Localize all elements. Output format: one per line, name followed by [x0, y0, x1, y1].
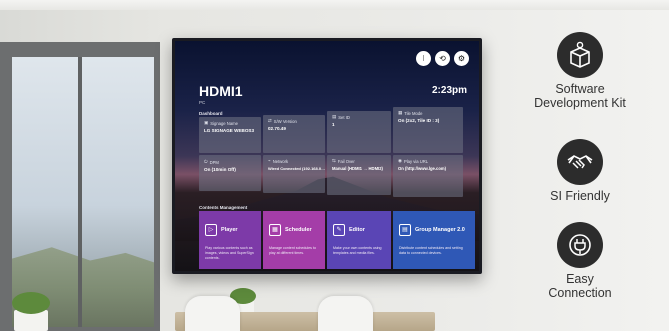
plant-leaves-left [12, 292, 50, 314]
room-scene: ⁝ ⟲ ⚙ HDMI1 PC 2:23pm Dashboard ▣ Signage… [0, 0, 669, 331]
chair-left [185, 296, 240, 331]
signage-display: ⁝ ⟲ ⚙ HDMI1 PC 2:23pm Dashboard ▣ Signage… [172, 38, 482, 274]
grid-icon[interactable]: ⁝ [416, 51, 431, 66]
url-icon: ◉ [398, 159, 402, 164]
top-icon-bar: ⁝ ⟲ ⚙ [416, 51, 469, 66]
dpm-icon: ⏻ [204, 160, 208, 165]
tile-network[interactable]: ⌁ Network Wired Connected (192.168.0… [263, 155, 325, 193]
tile-tile-mode[interactable]: ▦ Tile Mode On (2x2, Tile ID : 3) [393, 107, 463, 153]
tile-play-via-url[interactable]: ◉ Play via URL On (http://www.lge.com) [393, 155, 463, 197]
ceiling [0, 0, 669, 10]
setid-icon: ▤ [332, 115, 337, 120]
tile-fail-over[interactable]: ⇆ Fail Over Manual (HDMI1 → HDMI2) [327, 155, 391, 195]
editor-icon: ✎ [333, 224, 345, 236]
input-source-name: HDMI1 [199, 83, 243, 99]
chair-right [318, 296, 373, 331]
tile-signage-name[interactable]: ▣ Signage Name LG SIGNAGE WEBOS3 [199, 117, 261, 153]
handshake-icon [557, 139, 603, 185]
feature-si-label: SI Friendly [550, 189, 610, 203]
back-icon[interactable]: ⟲ [435, 51, 450, 66]
tile-set-id[interactable]: ▤ Set ID 1 [327, 111, 391, 153]
dashboard-label: Dashboard [199, 111, 223, 116]
tile-icon: ▦ [398, 111, 403, 116]
card-group-manager[interactable]: ▤ Group Manager 2.0 Distribute content s… [393, 211, 475, 269]
feature-sdk-line2: Development Kit [534, 96, 626, 110]
feature-sdk-line1: Software [555, 82, 605, 96]
feature-easy-line2: Connection [548, 286, 612, 300]
plug-icon [557, 222, 603, 268]
group-manager-icon: ▤ [399, 224, 411, 236]
card-scheduler[interactable]: ▦ Scheduler Manage content schedules to … [263, 211, 325, 269]
feature-easy-line1: Easy [566, 272, 594, 286]
failover-icon: ⇆ [332, 159, 336, 164]
tile-dpm[interactable]: ⏻ DPM On (10min Off) [199, 155, 261, 191]
version-icon: ⇄ [268, 119, 272, 124]
gear-icon[interactable]: ⚙ [454, 51, 469, 66]
clock: 2:23pm [431, 85, 467, 96]
card-player[interactable]: ▷ Player Play various contents such as i… [199, 211, 261, 269]
window-mullion [78, 57, 82, 327]
contents-management-label: Contents Management [199, 205, 248, 210]
calendar-icon: ▦ [269, 224, 281, 236]
signage-icon: ▣ [204, 121, 209, 126]
card-editor[interactable]: ✎ Editor Make your own contents using te… [327, 211, 391, 269]
input-source-sub: PC [199, 100, 206, 105]
network-icon: ⌁ [268, 159, 271, 164]
player-icon: ▷ [205, 224, 217, 236]
sdk-box-icon [557, 32, 603, 78]
feature-sdk: Software Development Kit [496, 32, 664, 110]
tile-sw-version[interactable]: ⇄ S/W Version 02.70.49 [263, 115, 325, 153]
feature-si-friendly: SI Friendly [496, 139, 664, 203]
feature-easy-connection: Easy Connection [496, 222, 664, 300]
